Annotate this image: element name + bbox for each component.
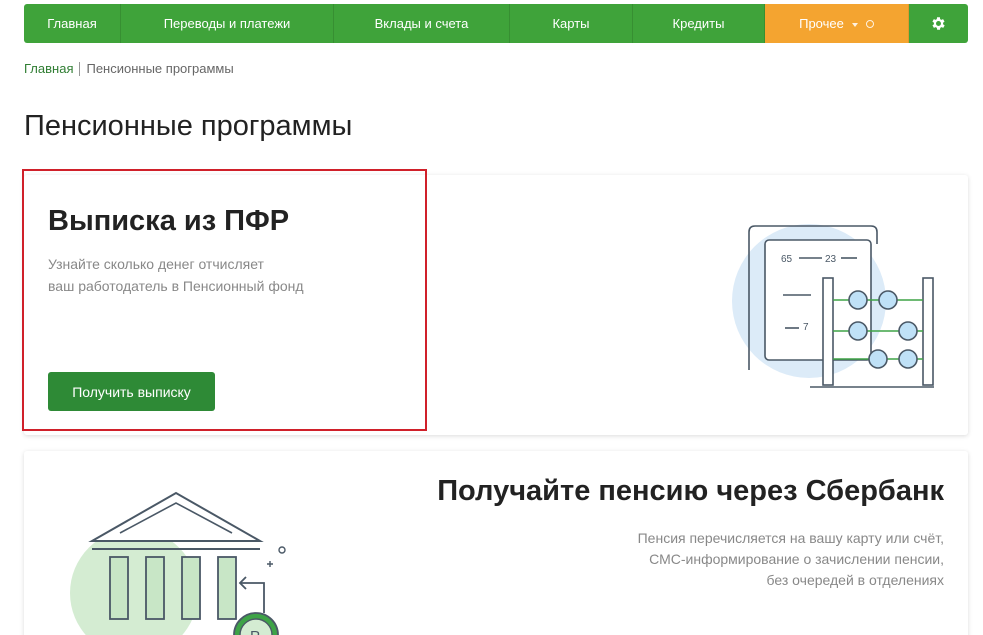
chevron-down-icon bbox=[851, 22, 858, 27]
notification-dot-icon bbox=[865, 19, 874, 28]
breadcrumb-home-link[interactable]: Главная bbox=[24, 61, 73, 76]
page-title: Пенсионные программы bbox=[24, 110, 353, 142]
pfr-card-title: Выписка из ПФР bbox=[48, 205, 290, 237]
illustration-number-7: 7 bbox=[803, 322, 809, 333]
illustration-number-65: 65 bbox=[781, 254, 793, 265]
pfr-card-description: Узнайте сколько денег отчисляет ваш рабо… bbox=[48, 253, 368, 297]
pfr-desc-line-1: Узнайте сколько денег отчисляет bbox=[48, 256, 264, 272]
breadcrumb: Главная Пенсионные программы bbox=[24, 61, 234, 76]
nav-item-more[interactable]: Прочее bbox=[765, 4, 909, 43]
pfr-desc-line-2: ваш работодатель в Пенсионный фонд bbox=[48, 278, 304, 294]
pension-card: Р Получайте пенсию через Сбербанк Пенсия… bbox=[24, 451, 968, 635]
illustration-number-23: 23 bbox=[825, 254, 837, 265]
breadcrumb-current: Пенсионные программы bbox=[86, 61, 234, 76]
breadcrumb-separator bbox=[79, 61, 81, 76]
pfr-statement-card: Выписка из ПФР Узнайте сколько денег отч… bbox=[24, 175, 968, 435]
pension-card-title: Получайте пенсию через Сбербанк bbox=[437, 475, 944, 507]
nav-item-deposits[interactable]: Вклады и счета bbox=[334, 4, 510, 43]
main-nav: Главная Переводы и платежи Вклады и счет… bbox=[24, 4, 968, 43]
nav-item-transfers[interactable]: Переводы и платежи bbox=[121, 4, 334, 43]
get-statement-button[interactable]: Получить выписку bbox=[48, 372, 215, 411]
pension-desc-line-2: СМС-информирование о зачислении пенсии, bbox=[649, 551, 944, 567]
gear-icon bbox=[932, 17, 945, 30]
nav-item-cards[interactable]: Карты bbox=[510, 4, 633, 43]
nav-item-credits[interactable]: Кредиты bbox=[633, 4, 765, 43]
settings-button[interactable] bbox=[909, 4, 968, 43]
nav-item-main[interactable]: Главная bbox=[24, 4, 121, 43]
bank-building-illustration: Р bbox=[70, 491, 286, 635]
ruble-letter: Р bbox=[250, 628, 260, 635]
nav-more-label: Прочее bbox=[799, 16, 844, 31]
pension-desc-line-3: без очередей в отделениях bbox=[766, 572, 944, 588]
pension-desc-line-1: Пенсия перечисляется на вашу карту или с… bbox=[637, 530, 944, 546]
pension-card-description: Пенсия перечисляется на вашу карту или с… bbox=[584, 528, 944, 591]
abacus-document-illustration: 65 23 7 bbox=[732, 224, 934, 388]
